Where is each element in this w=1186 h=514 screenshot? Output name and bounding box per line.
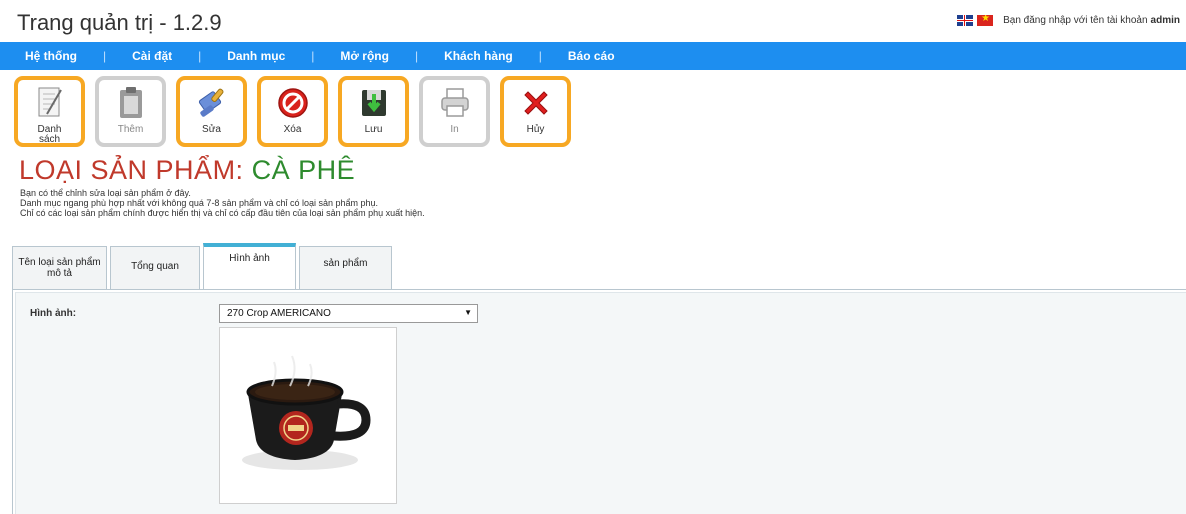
login-status-text: Bạn đăng nhập với tên tài khoản [1003,15,1148,26]
header: Trang quản trị - 1.2.9 Bạn đăng nhập với… [0,0,1186,42]
save-button-label: Lưu [364,124,383,135]
description-line: Chỉ có các loại sản phẩm chính được hiển… [20,208,425,218]
image-field-label: Hình ảnh: [30,308,77,319]
page-title-prefix: LOẠI SẢN PHẨM: [19,155,244,185]
add-button-label: Thêm [117,124,144,135]
menu-danh-muc[interactable]: Danh mục [227,49,285,63]
page-title: LOẠI SẢN PHẨM: CÀ PHÊ [19,155,355,186]
tab-label: Tên loại sản phẩm [18,257,101,268]
description-line: Danh mục ngang phù hợp nhất với không qu… [20,198,379,208]
tab-label: sản phẩm [323,258,368,269]
print-button-label: In [450,124,459,135]
english-flag-icon[interactable] [957,15,974,26]
save-button[interactable]: Lưu [338,76,409,147]
edit-button[interactable]: Sửa [176,76,247,147]
image-select[interactable]: 270 Crop AMERICANO ▼ [219,304,478,323]
menu-khach-hang[interactable]: Khách hàng [444,49,513,63]
delete-button[interactable]: Xóa [257,76,328,147]
menu-mo-rong[interactable]: Mở rộng [340,49,389,63]
menu-cai-dat[interactable]: Cài đặt [132,49,172,63]
tab-bar: Tên loại sản phẩm mô tả Tổng quan Hình ả… [12,243,395,289]
cancel-button-label: Hủy [526,124,545,135]
image-tab-panel: Hình ảnh: 270 Crop AMERICANO ▼ [12,289,1186,514]
tab-category-name-description[interactable]: Tên loại sản phẩm mô tả [12,246,107,289]
tab-images[interactable]: Hình ảnh [203,243,296,289]
coffee-cup-image [242,355,371,470]
page-title-category: CÀ PHÊ [251,155,356,185]
list-notepad-icon [33,86,67,120]
description-line: Bạn có thể chỉnh sửa loại sản phẩm ở đây… [20,188,191,198]
menu-separator: | [198,49,202,63]
cancel-button[interactable]: Hủy [500,76,571,147]
tab-label: Tổng quan [131,261,179,272]
image-preview [219,327,397,504]
action-toolbar: Danh sách Thêm Sửa Xóa Lưu In Hủy [14,76,581,148]
header-user-area: Bạn đăng nhập với tên tài khoản admin [957,15,1180,26]
menu-separator: | [414,49,419,63]
clipboard-add-icon [114,86,148,120]
save-icon [357,86,391,120]
menu-he-thong[interactable]: Hệ thống [25,49,77,63]
menu-separator: | [538,49,542,63]
vietnam-flag-icon[interactable] [977,15,994,26]
delete-button-label: Xóa [283,124,302,135]
image-select-value: 270 Crop AMERICANO [227,308,331,319]
edit-brush-icon [195,86,229,120]
menu-separator: | [103,49,107,63]
tab-products[interactable]: sản phẩm [299,246,392,289]
tab-label-line2: mô tả [46,268,72,279]
print-button[interactable]: In [419,76,490,147]
edit-button-label: Sửa [202,124,221,135]
cancel-x-icon [519,86,553,120]
delete-stop-icon [276,86,310,120]
menu-separator: | [311,49,315,63]
tab-overview[interactable]: Tổng quan [110,246,200,289]
add-button[interactable]: Thêm [95,76,166,147]
list-button[interactable]: Danh sách [14,76,85,147]
list-button-label: Danh sách [37,124,62,145]
tab-label: Hình ảnh [229,253,270,264]
dropdown-arrow-icon: ▼ [464,308,472,317]
image-form: Hình ảnh: 270 Crop AMERICANO ▼ [15,292,1186,514]
printer-icon [438,86,472,120]
page-description: Bạn có thể chỉnh sửa loại sản phẩm ở đây… [20,188,425,218]
main-menu: Hệ thống | Cài đặt | Danh mục | Mở rộng … [0,42,1186,70]
login-username[interactable]: admin [1151,15,1180,26]
app-title: Trang quản trị - 1.2.9 [17,10,222,35]
menu-bao-cao[interactable]: Báo cáo [568,49,615,63]
